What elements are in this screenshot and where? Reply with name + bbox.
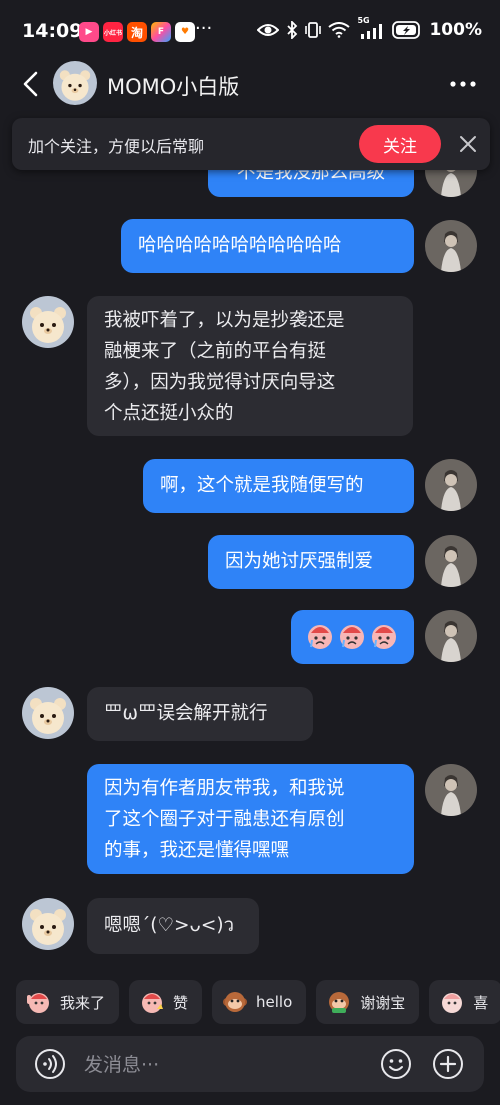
emoji-icon[interactable] <box>380 1048 412 1080</box>
my-avatar[interactable] <box>425 220 477 272</box>
follow-button[interactable]: 关注 <box>359 125 441 163</box>
message-bubble-stickers[interactable] <box>291 610 414 664</box>
message-bubble-outgoing[interactable]: 因为她讨厌强制爱 <box>208 535 414 589</box>
my-avatar-photo <box>425 764 477 816</box>
quick-reply-chip[interactable]: 我来了 <box>16 980 120 1024</box>
quick-reply-chip[interactable]: hello <box>212 980 307 1024</box>
message-text-line: 的事，我还是懂得嘿嘿 <box>104 840 290 861</box>
thumbs-up-sticker-icon <box>142 993 164 1013</box>
message-text: 啊，这个就是我随便写的 <box>160 475 364 496</box>
follow-prompt-text: 加个关注，方便以后常聊 <box>28 137 205 156</box>
message-bubble-outgoing[interactable]: 哈哈哈哈哈哈哈哈哈哈哈 <box>121 219 414 273</box>
quick-reply-label: hello <box>256 993 293 1011</box>
message-text-line: 因为有作者朋友带我，和我说 <box>104 778 345 799</box>
message-input[interactable] <box>82 1044 366 1086</box>
message-input-bar <box>16 1036 484 1092</box>
back-arrow-icon[interactable] <box>18 68 46 100</box>
thanks-sticker-icon <box>329 992 350 1013</box>
quick-reply-label: 谢谢宝 <box>360 993 406 1012</box>
my-avatar[interactable] <box>425 535 477 587</box>
my-avatar[interactable] <box>425 764 477 816</box>
my-avatar-photo <box>425 220 477 272</box>
bear-avatar-icon <box>22 898 74 950</box>
follow-suggestion-banner: 加个关注，方便以后常聊 关注 <box>12 118 490 170</box>
more-options-icon[interactable] <box>448 74 478 94</box>
bear-avatar-icon <box>22 687 74 739</box>
contact-name-title[interactable]: MOMO小白版 <box>107 71 239 101</box>
message-bubble-incoming[interactable]: 罒ω罒误会解开就行 <box>87 687 313 741</box>
quick-reply-bar: 我来了 赞 hello 谢谢宝 喜 <box>16 980 500 1024</box>
quick-reply-label: 我来了 <box>60 993 106 1012</box>
contact-avatar[interactable] <box>22 296 74 348</box>
my-avatar-photo <box>425 459 477 511</box>
message-text: 罒ω罒误会解开就行 <box>104 703 268 724</box>
header-contact-avatar[interactable] <box>53 61 97 105</box>
my-avatar[interactable] <box>425 459 477 511</box>
chat-header: MOMO小白版 <box>0 60 500 110</box>
quick-reply-label: 赞 <box>173 993 189 1012</box>
waving-sticker-icon <box>27 993 49 1013</box>
contact-avatar[interactable] <box>22 687 74 739</box>
my-avatar-photo <box>425 535 477 587</box>
quick-reply-chip[interactable]: 喜 <box>429 980 500 1024</box>
my-avatar[interactable] <box>425 610 477 662</box>
message-text: 嗯嗯ˊ(♡>ᴗ<)ว <box>104 915 234 936</box>
message-bubble-incoming[interactable]: 我被吓着了，以为是抄袭还是 融梗来了（之前的平台有挺 多），因为我觉得讨厌向导这… <box>87 296 413 436</box>
bear-avatar-icon <box>22 296 74 348</box>
monkey-sticker-icon <box>223 992 248 1012</box>
my-avatar-photo <box>425 610 477 662</box>
plus-icon[interactable] <box>432 1048 464 1080</box>
contact-avatar[interactable] <box>22 898 74 950</box>
quick-reply-chip[interactable]: 谢谢宝 <box>316 980 420 1024</box>
crying-sticker-icon <box>308 625 396 649</box>
message-text-line: 了这个圈子对于融患还有原创 <box>104 809 345 830</box>
close-icon[interactable] <box>458 134 478 154</box>
message-bubble-outgoing[interactable]: 因为有作者朋友带我，和我说 了这个圈子对于融患还有原创 的事，我还是懂得嘿嘿 <box>87 764 414 874</box>
message-text-line: 我被吓着了，以为是抄袭还是 <box>104 310 345 331</box>
message-text: 因为她讨厌强制爱 <box>225 551 374 572</box>
message-text-line: 个点还挺小众的 <box>104 403 234 424</box>
bear-avatar-icon <box>53 61 97 105</box>
quick-reply-chip[interactable]: 赞 <box>129 980 203 1024</box>
message-bubble-outgoing[interactable]: 啊，这个就是我随便写的 <box>143 459 414 513</box>
quick-reply-label: 喜 <box>473 993 489 1012</box>
message-text-line: 多），因为我觉得讨厌向导这 <box>104 372 336 393</box>
happy-sticker-icon <box>442 993 463 1013</box>
message-bubble-incoming[interactable]: 嗯嗯ˊ(♡>ᴗ<)ว <box>87 898 259 954</box>
message-text-line: 融梗来了（之前的平台有挺 <box>104 341 327 362</box>
voice-icon[interactable] <box>34 1048 66 1080</box>
message-text: 哈哈哈哈哈哈哈哈哈哈哈 <box>138 235 342 256</box>
